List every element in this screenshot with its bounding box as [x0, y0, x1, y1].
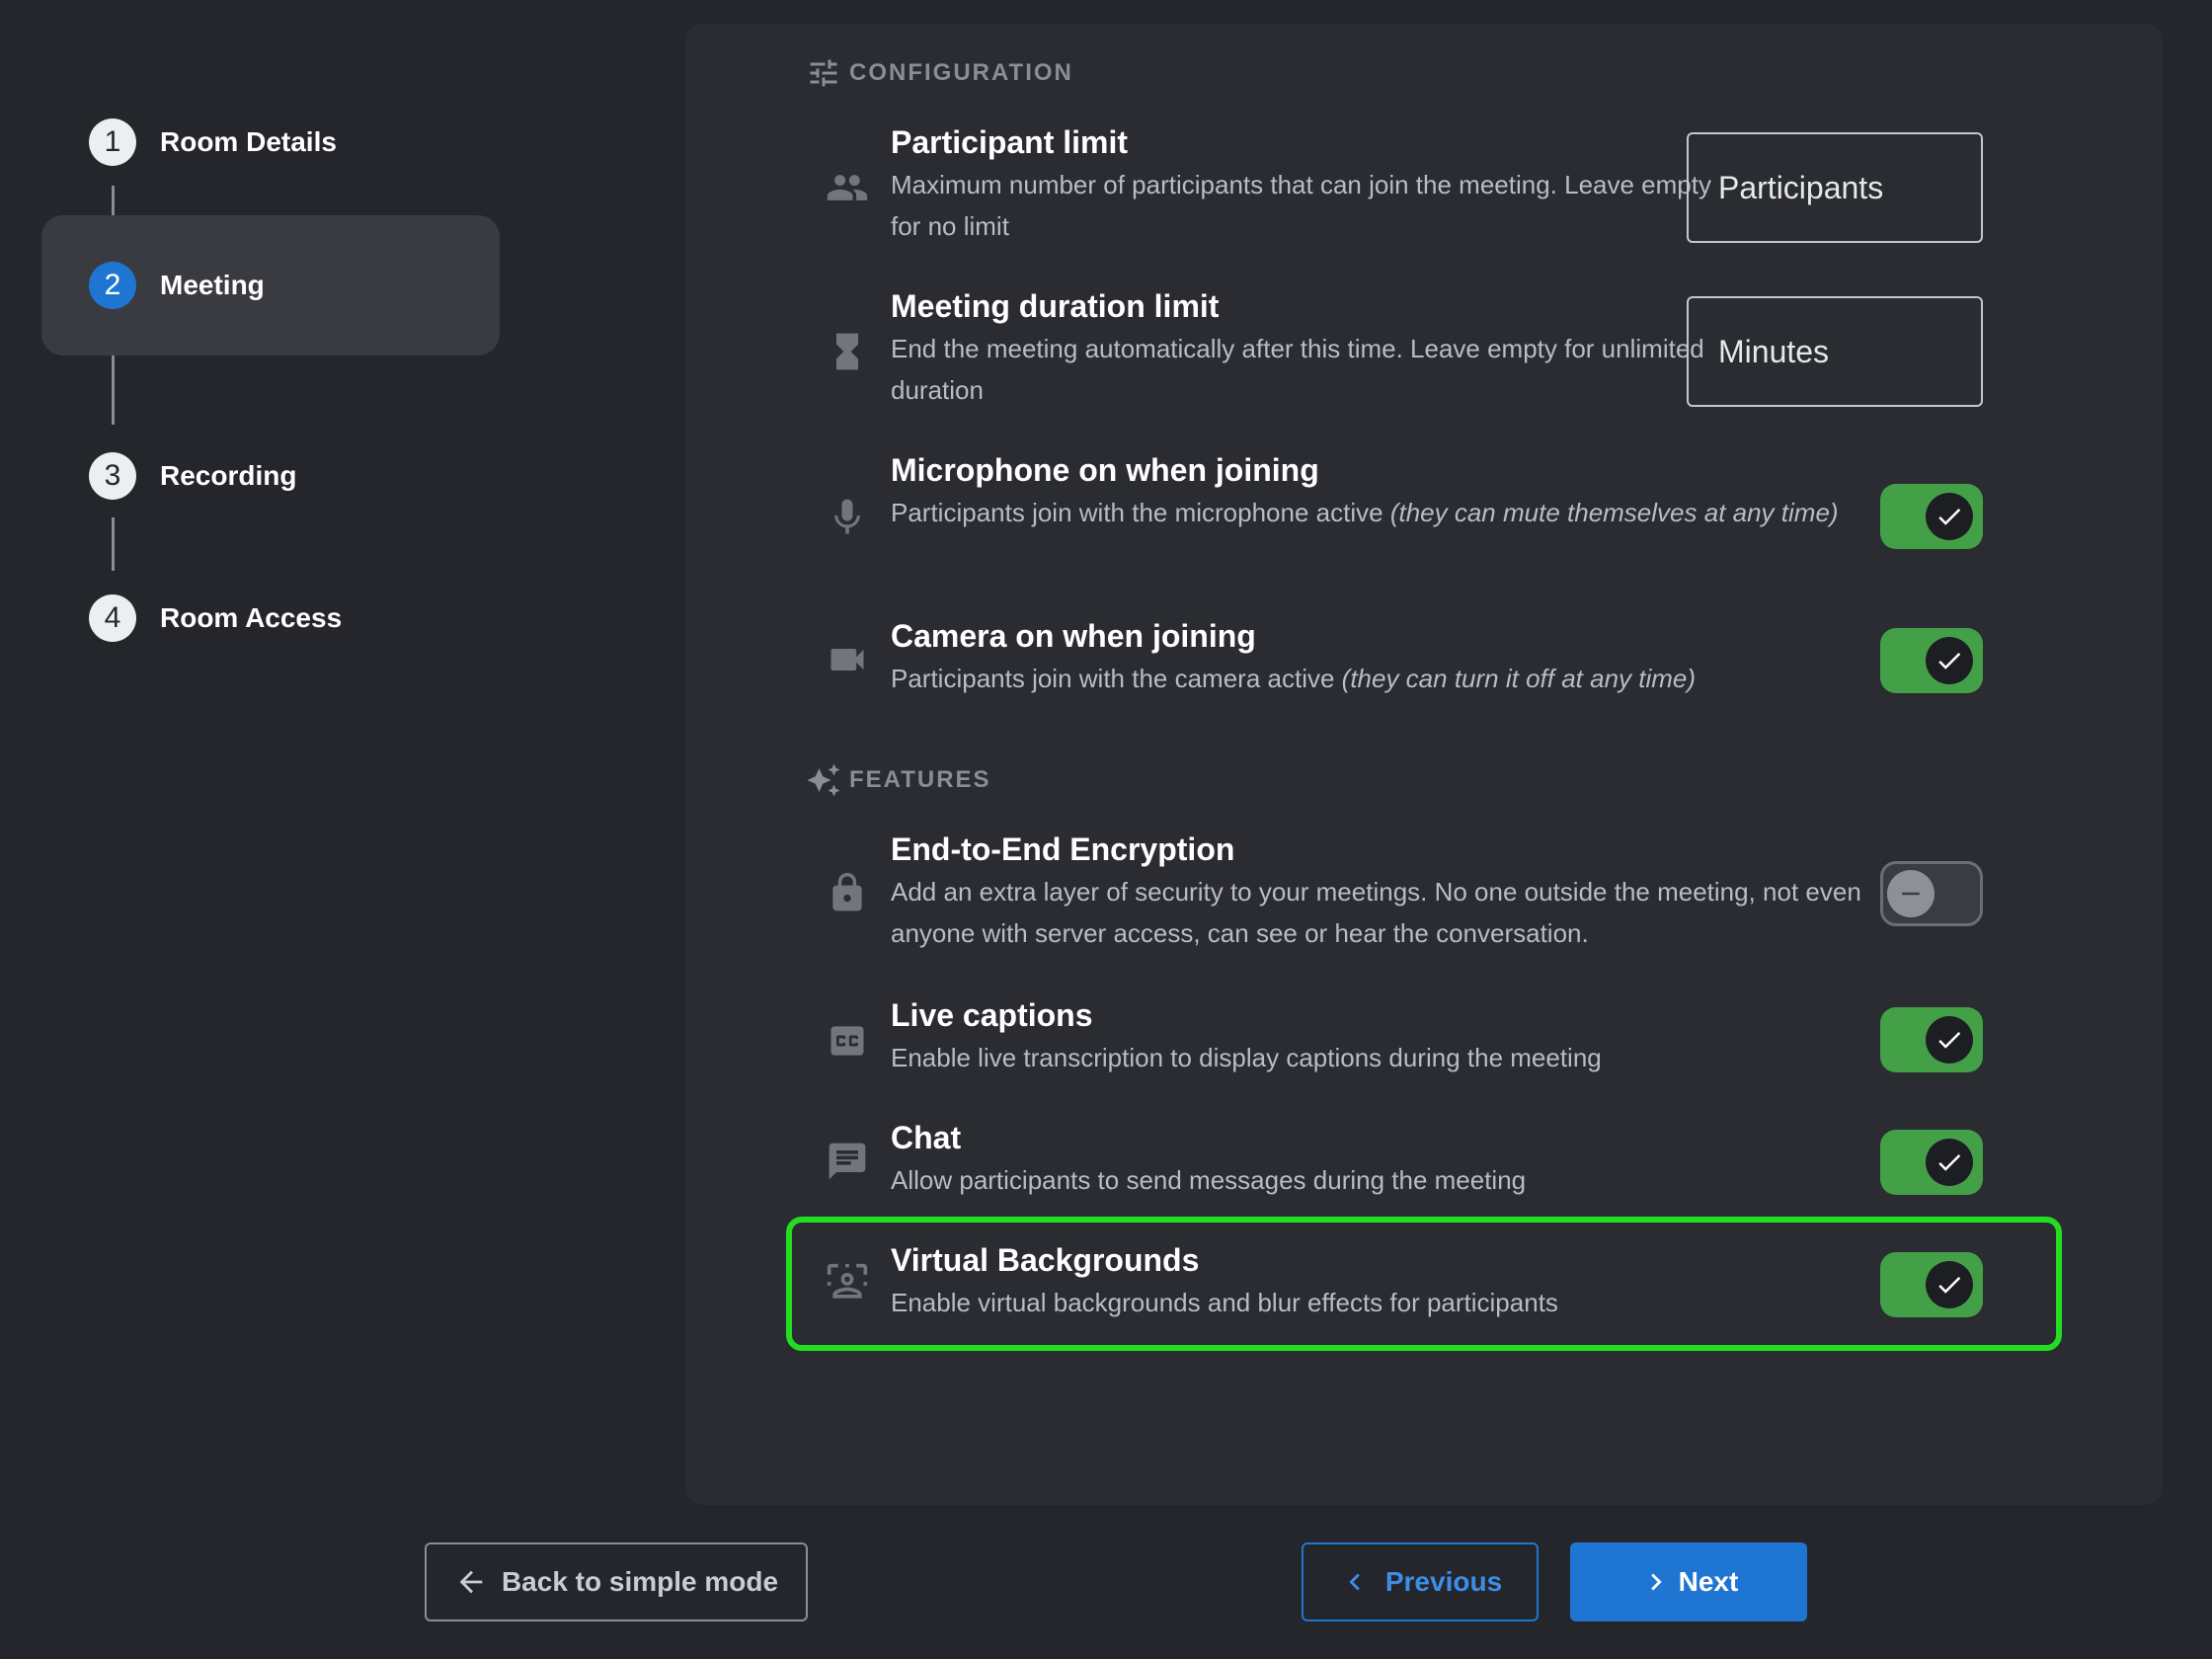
microphone-text: Microphone on when joining Participants …	[891, 450, 1878, 533]
tune-icon	[810, 59, 837, 87]
captions-text: Live captions Enable live transcription …	[891, 995, 1878, 1078]
step-meeting[interactable]: 2 Meeting	[41, 215, 500, 356]
minus-icon	[1902, 892, 1920, 896]
captions-title: Live captions	[891, 997, 1093, 1033]
participant-limit-input[interactable]	[1687, 132, 1983, 243]
lock-icon	[826, 871, 869, 914]
room-settings-page: 1 Room Details 2 Meeting 3 Recording 4 R…	[0, 0, 2212, 1659]
e2ee-text: End-to-End Encryption Add an extra layer…	[891, 830, 1878, 954]
background-replace-icon	[826, 1262, 869, 1305]
features-header-label: FEATURES	[849, 766, 991, 793]
chat-row: Chat Allow participants to send messages…	[790, 1114, 2034, 1213]
microphone-icon	[826, 496, 869, 539]
closed-caption-icon	[826, 1019, 869, 1063]
camera-row: Camera on when joining Participants join…	[790, 612, 2034, 711]
configuration-header: CONFIGURATION	[806, 55, 1073, 91]
toggle-knob	[1926, 1016, 1973, 1064]
step-recording[interactable]: 3 Recording	[41, 405, 500, 547]
participant-limit-title: Participant limit	[891, 124, 1129, 160]
camera-toggle[interactable]	[1880, 628, 1983, 693]
configuration-header-label: CONFIGURATION	[849, 59, 1073, 86]
duration-limit-title: Meeting duration limit	[891, 288, 1220, 324]
step-room-details[interactable]: 1 Room Details	[41, 71, 500, 213]
participant-limit-desc: Maximum number of participants that can …	[891, 170, 1711, 241]
camera-desc-note: (they can turn it off at any time)	[1341, 664, 1697, 693]
participant-limit-row: Participant limit Maximum number of part…	[790, 118, 2034, 257]
previous-button[interactable]: Previous	[1302, 1542, 1539, 1621]
chat-title: Chat	[891, 1120, 962, 1155]
participant-limit-text: Participant limit Maximum number of part…	[891, 122, 1740, 247]
next-label: Next	[1678, 1566, 1739, 1597]
step-room-access[interactable]: 4 Room Access	[41, 547, 500, 689]
back-to-simple-mode-button[interactable]: Back to simple mode	[425, 1542, 808, 1621]
check-icon	[1938, 1153, 1961, 1171]
captions-toggle[interactable]	[1880, 1007, 1983, 1072]
check-icon	[1938, 1031, 1961, 1049]
next-button[interactable]: Next	[1570, 1542, 1807, 1621]
chat-text: Chat Allow participants to send messages…	[891, 1118, 1878, 1201]
camera-title: Camera on when joining	[891, 618, 1256, 654]
e2ee-row: End-to-End Encryption Add an extra layer…	[790, 826, 2034, 968]
microphone-toggle[interactable]	[1880, 484, 1983, 549]
duration-limit-row: Meeting duration limit End the meeting a…	[790, 282, 2034, 421]
virtual-backgrounds-title: Virtual Backgrounds	[891, 1242, 1200, 1278]
toggle-knob	[1887, 870, 1935, 917]
microphone-desc: Participants join with the microphone ac…	[891, 492, 1878, 533]
duration-limit-desc: End the meeting automatically after this…	[891, 334, 1704, 405]
chat-toggle[interactable]	[1880, 1130, 1983, 1195]
virtual-backgrounds-toggle[interactable]	[1880, 1252, 1983, 1317]
e2ee-toggle[interactable]	[1880, 861, 1983, 926]
check-icon	[1938, 508, 1961, 525]
microphone-row: Microphone on when joining Participants …	[790, 446, 2034, 589]
duration-limit-input[interactable]	[1687, 296, 1983, 407]
sparkle-icon	[807, 763, 840, 797]
step-number-circle: 2	[89, 262, 136, 309]
duration-limit-text: Meeting duration limit End the meeting a…	[891, 286, 1740, 411]
step-label: Meeting	[160, 270, 265, 300]
hourglass-icon	[826, 330, 869, 373]
back-to-simple-mode-label: Back to simple mode	[501, 1566, 779, 1597]
features-header: FEATURES	[806, 762, 991, 798]
toggle-knob	[1926, 1261, 1973, 1308]
e2ee-desc: Add an extra layer of security to your m…	[891, 877, 1861, 948]
microphone-desc-main: Participants join with the microphone ac…	[891, 498, 1390, 527]
virtual-backgrounds-row: Virtual Backgrounds Enable virtual backg…	[790, 1236, 2034, 1335]
step-number-circle: 4	[89, 594, 136, 642]
people-icon	[826, 166, 869, 209]
microphone-desc-note: (they can mute themselves at any time)	[1389, 498, 1839, 527]
toggle-knob	[1926, 637, 1973, 684]
virtual-backgrounds-text: Virtual Backgrounds Enable virtual backg…	[891, 1240, 1878, 1323]
chat-icon	[826, 1140, 869, 1183]
toggle-knob	[1926, 1139, 1973, 1186]
videocam-icon	[826, 638, 869, 681]
captions-row: Live captions Enable live transcription …	[790, 991, 2034, 1090]
toggle-knob	[1926, 493, 1973, 540]
check-icon	[1938, 1276, 1961, 1294]
step-label: Room Access	[160, 602, 343, 633]
step-number-circle: 1	[89, 118, 136, 166]
step-label: Recording	[160, 460, 297, 491]
camera-desc-main: Participants join with the camera active	[891, 664, 1342, 693]
chevron-left-icon	[1349, 1573, 1360, 1591]
step-number-circle: 3	[89, 452, 136, 500]
chevron-right-icon	[1650, 1573, 1662, 1591]
step-label: Room Details	[160, 126, 337, 157]
e2ee-title: End-to-End Encryption	[891, 831, 1235, 867]
arrow-back-icon	[459, 1570, 483, 1594]
stepper: 1 Room Details 2 Meeting 3 Recording 4 R…	[41, 89, 502, 681]
chat-desc: Allow participants to send messages duri…	[891, 1165, 1527, 1195]
microphone-title: Microphone on when joining	[891, 452, 1319, 488]
virtual-backgrounds-desc: Enable virtual backgrounds and blur effe…	[891, 1288, 1558, 1317]
camera-text: Camera on when joining Participants join…	[891, 616, 1878, 699]
camera-desc: Participants join with the camera active…	[891, 658, 1878, 699]
captions-desc: Enable live transcription to display cap…	[891, 1043, 1602, 1072]
previous-label: Previous	[1384, 1566, 1503, 1597]
check-icon	[1938, 652, 1961, 670]
